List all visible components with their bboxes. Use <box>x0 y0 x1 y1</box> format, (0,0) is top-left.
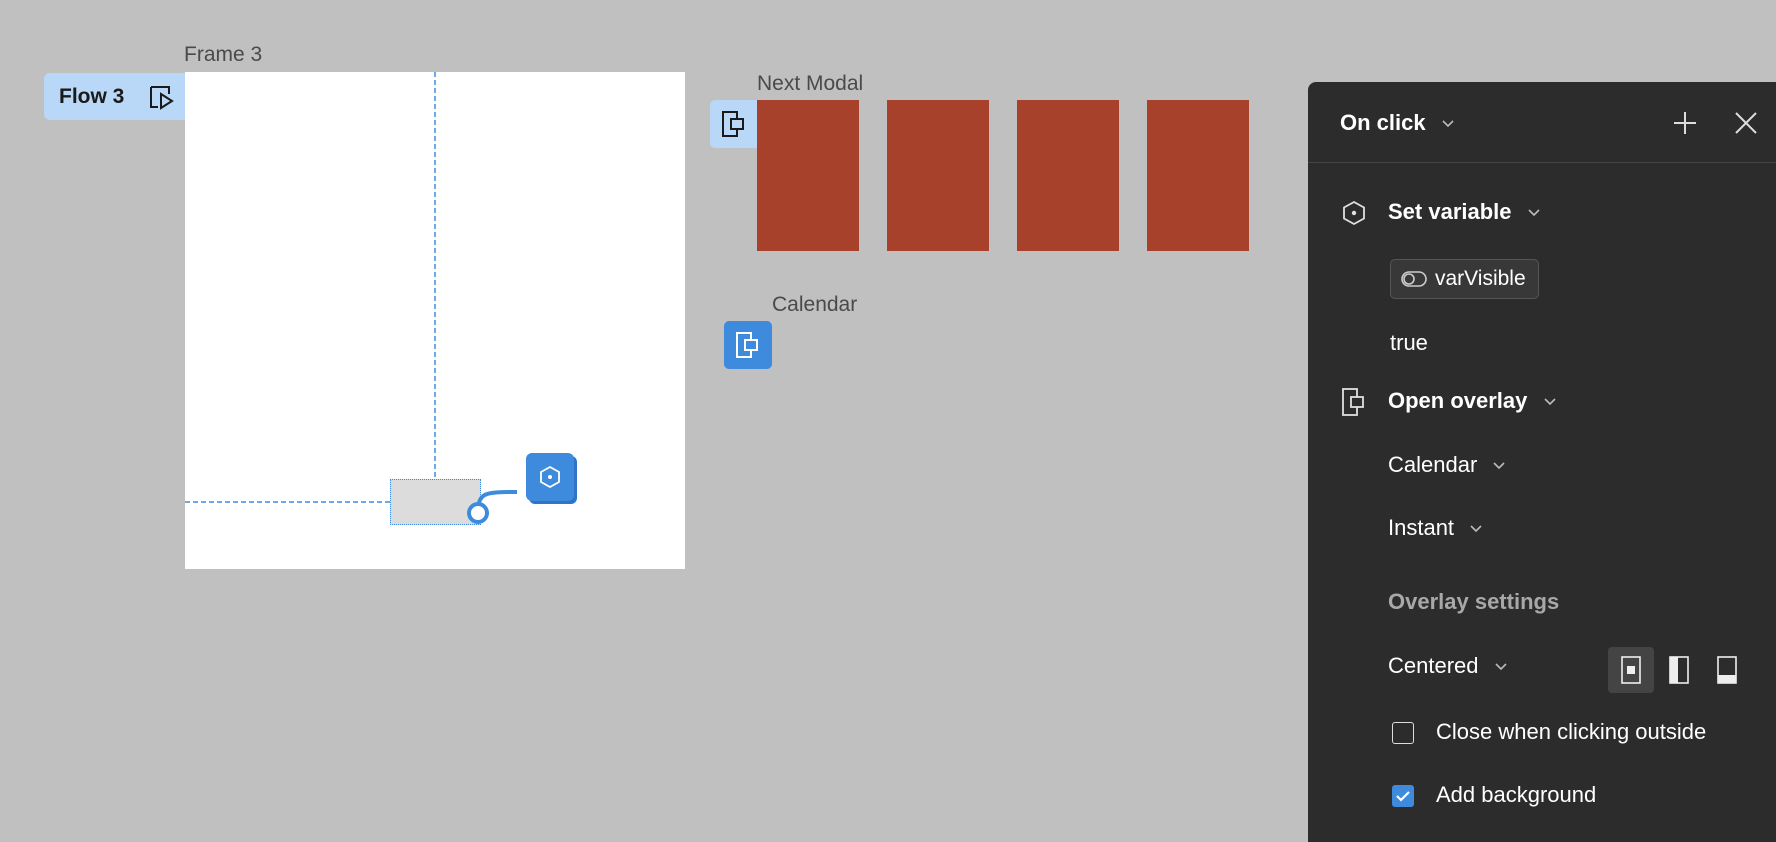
action-label: Open overlay <box>1388 388 1528 413</box>
add-background-checkbox[interactable] <box>1392 785 1414 807</box>
trigger-label: On click <box>1340 110 1426 135</box>
align-bottom-icon <box>1717 656 1737 684</box>
chevron-down-icon <box>1470 525 1482 533</box>
animation-label: Instant <box>1388 515 1455 540</box>
header-divider <box>1308 162 1776 163</box>
chevron-down-icon <box>1493 462 1505 470</box>
checkmark-icon <box>1396 791 1410 802</box>
align-center-icon <box>1621 656 1641 684</box>
close-outside-label: Close when clicking outside <box>1436 719 1707 744</box>
overlay-icon <box>1342 388 1364 416</box>
align-bottom-button[interactable] <box>1704 647 1750 693</box>
modal-card[interactable] <box>1147 100 1249 251</box>
variable-name: varVisible <box>1435 267 1526 290</box>
flow-starting-point[interactable]: Flow 3 <box>44 73 185 120</box>
chevron-down-icon <box>1495 663 1507 671</box>
align-left-icon <box>1669 656 1689 684</box>
align-left-button[interactable] <box>1656 647 1702 693</box>
modal-card[interactable] <box>757 100 859 251</box>
add-icon[interactable] <box>1672 110 1698 136</box>
calendar-title: Calendar <box>772 293 858 316</box>
open-overlay-dropdown[interactable]: Open overlay <box>1388 388 1556 414</box>
set-variable-dropdown[interactable]: Set variable <box>1388 199 1540 225</box>
add-background-label: Add background <box>1436 782 1597 807</box>
overlay-icon <box>722 111 744 137</box>
position-label: Centered <box>1388 653 1479 678</box>
variable-value[interactable]: true <box>1390 330 1428 356</box>
animation-dropdown[interactable]: Instant <box>1388 515 1482 541</box>
action-label: Set variable <box>1388 199 1512 224</box>
play-flow-icon[interactable] <box>147 83 175 111</box>
frame-3[interactable] <box>185 72 685 569</box>
calendar-frame-tag[interactable] <box>724 321 772 369</box>
variable-hexagon-icon <box>540 465 560 489</box>
modal-card[interactable] <box>1017 100 1119 251</box>
align-center-button[interactable] <box>1608 647 1654 693</box>
chevron-down-icon <box>1528 209 1540 217</box>
chevron-down-icon <box>1442 120 1454 128</box>
overlay-settings-heading: Overlay settings <box>1388 589 1560 614</box>
modal-card[interactable] <box>887 100 989 251</box>
set-variable-node[interactable] <box>526 453 574 501</box>
next-modal-title: Next Modal <box>757 72 864 95</box>
position-dropdown[interactable]: Centered <box>1388 653 1507 679</box>
flow-label: Flow 3 <box>59 84 125 108</box>
destination-dropdown[interactable]: Calendar <box>1388 452 1505 478</box>
variable-pill[interactable]: varVisible <box>1390 259 1539 299</box>
interaction-panel: On click Set variable varVisible true Op… <box>1308 82 1776 842</box>
variable-hexagon-icon <box>1343 200 1365 226</box>
destination-label: Calendar <box>1388 452 1478 477</box>
chevron-down-icon <box>1543 398 1556 406</box>
overlay-frame-tag[interactable] <box>710 100 758 148</box>
frame-title: Frame 3 <box>184 43 263 66</box>
trigger-dropdown[interactable]: On click <box>1340 110 1454 136</box>
overlay-icon <box>736 332 758 358</box>
close-icon[interactable] <box>1734 111 1758 135</box>
close-outside-checkbox[interactable] <box>1392 722 1414 744</box>
boolean-toggle-icon <box>1401 271 1427 287</box>
